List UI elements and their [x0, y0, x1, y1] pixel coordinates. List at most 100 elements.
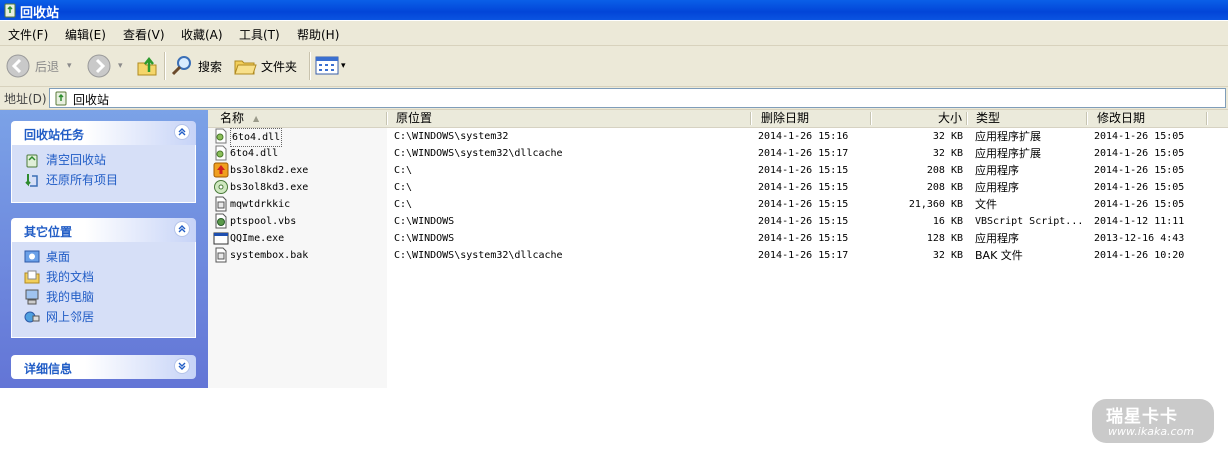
file-name[interactable]: bs3ol8kd2.exe: [230, 162, 308, 179]
column-name-header[interactable]: 名称: [220, 110, 244, 127]
chevron-down-icon: ▾: [341, 61, 346, 71]
file-row[interactable]: bs3ol8kd2.exe C:\ 2014-1-26 15:15 208 KB…: [208, 162, 1228, 179]
chevron-down-icon: ▾: [67, 61, 72, 71]
column-divider[interactable]: [1206, 112, 1208, 125]
file-deleted-date: 2014-1-26 15:15: [758, 216, 849, 227]
menu-favorites[interactable]: 收藏(A): [181, 26, 223, 43]
collapse-chevron-icon[interactable]: [174, 124, 190, 140]
toolbar-divider: [164, 52, 166, 80]
column-divider[interactable]: [966, 112, 968, 125]
file-size: 208 KB: [926, 165, 963, 176]
place-network-link[interactable]: 网上邻居: [24, 308, 94, 325]
details-title: 详细信息: [24, 362, 73, 376]
file-type: BAK 文件: [975, 249, 1023, 262]
file-type: 应用程序: [975, 164, 1019, 177]
file-size: 21,360 KB: [908, 199, 963, 210]
search-button[interactable]: 搜索: [170, 52, 226, 80]
file-row[interactable]: QQIme.exe C:\WINDOWS 2014-1-26 15:15 128…: [208, 230, 1228, 247]
up-folder-button[interactable]: [135, 52, 159, 80]
file-modified-date: 2014-1-26 15:05: [1094, 165, 1185, 176]
column-header-row: 名称 ▲ 原位置 删除日期 大小 类型 修改日期: [208, 110, 1228, 128]
file-type: 应用程序扩展: [975, 130, 1041, 143]
empty-recycle-bin-link[interactable]: 清空回收站: [24, 151, 106, 168]
recycle-tasks-header[interactable]: 回收站任务: [11, 121, 196, 145]
expand-chevron-icon[interactable]: [174, 358, 190, 374]
file-row[interactable]: 6to4.dll C:\WINDOWS\system32\dllcache 20…: [208, 145, 1228, 162]
file-deleted-date: 2014-1-26 15:17: [758, 148, 849, 159]
column-deleted-header[interactable]: 删除日期: [761, 110, 809, 127]
file-name[interactable]: systembox.bak: [230, 247, 308, 264]
file-modified-date: 2014-1-26 15:05: [1094, 131, 1185, 142]
column-type-header[interactable]: 类型: [976, 110, 1000, 127]
up-folder-icon: [137, 56, 157, 76]
menu-view[interactable]: 查看(V): [123, 26, 165, 43]
chevron-down-icon: ▾: [118, 61, 123, 71]
restore-all-link[interactable]: 还原所有项目: [24, 171, 118, 188]
installer-icon: [213, 162, 229, 178]
views-button[interactable]: ▾: [315, 52, 351, 80]
file-modified-date: 2014-1-26 10:20: [1094, 250, 1185, 261]
menu-file[interactable]: 文件(F): [8, 26, 48, 43]
dll-icon: [215, 145, 227, 161]
file-type: 应用程序扩展: [975, 147, 1041, 160]
place-desktop-link[interactable]: 桌面: [24, 248, 70, 265]
details-header[interactable]: 详细信息: [11, 355, 196, 379]
back-button[interactable]: 后退 ▾: [6, 52, 80, 80]
place-my-computer-label: 我的电脑: [46, 290, 95, 304]
task-pane: 回收站任务 清空回收站 还原所有项目 其它位置 桌面 我的文档 我的电脑 网上邻…: [0, 110, 208, 388]
file-deleted-date: 2014-1-26 15:17: [758, 250, 849, 261]
file-name[interactable]: 6to4.dll: [230, 145, 278, 162]
file-row[interactable]: mqwtdrkkic C:\ 2014-1-26 15:15 21,360 KB…: [208, 196, 1228, 213]
file-type: 文件: [975, 198, 997, 211]
folder-icon: [234, 60, 257, 75]
folders-label: 文件夹: [261, 59, 298, 74]
restore-all-label: 还原所有项目: [46, 173, 119, 187]
file-name[interactable]: QQIme.exe: [230, 230, 284, 247]
generic-file-icon: [215, 196, 227, 212]
other-places-body: 桌面 我的文档 我的电脑 网上邻居: [11, 242, 196, 338]
file-row[interactable]: 6to4.dll C:\WINDOWS\system32 2014-1-26 1…: [208, 128, 1228, 147]
file-location: C:\WINDOWS\system32\dllcache: [394, 250, 563, 261]
column-location-header[interactable]: 原位置: [396, 110, 432, 127]
menu-tools[interactable]: 工具(T): [239, 26, 280, 43]
file-row[interactable]: systembox.bak C:\WINDOWS\system32\dllcac…: [208, 247, 1228, 264]
place-my-computer-link[interactable]: 我的电脑: [24, 288, 94, 305]
menu-bar: 文件(F) 编辑(E) 查看(V) 收藏(A) 工具(T) 帮助(H): [0, 21, 1228, 46]
column-divider[interactable]: [386, 112, 388, 125]
file-modified-date: 2014-1-26 15:05: [1094, 148, 1185, 159]
column-divider[interactable]: [750, 112, 752, 125]
forward-arrow-icon: [87, 54, 111, 78]
file-row[interactable]: bs3ol8kd3.exe C:\ 2014-1-26 15:15 208 KB…: [208, 179, 1228, 196]
folders-button[interactable]: 文件夹: [233, 52, 303, 80]
recycle-bin-icon: [55, 91, 67, 106]
forward-button[interactable]: ▾: [87, 52, 127, 80]
column-size-header[interactable]: 大小: [872, 110, 962, 127]
file-location: C:\: [394, 182, 413, 193]
collapse-chevron-icon[interactable]: [174, 221, 190, 237]
file-size: 32 KB: [932, 131, 963, 142]
file-name[interactable]: ptspool.vbs: [230, 213, 296, 230]
toolbar: 后退 ▾ ▾ 搜索 文件夹 ▾: [0, 46, 1228, 87]
file-size: 208 KB: [926, 182, 963, 193]
column-divider[interactable]: [1086, 112, 1088, 125]
other-places-panel: 其它位置 桌面 我的文档 我的电脑 网上邻居: [11, 218, 196, 338]
search-icon: [171, 56, 191, 76]
file-name[interactable]: mqwtdrkkic: [230, 196, 290, 213]
file-name[interactable]: bs3ol8kd3.exe: [230, 179, 308, 196]
address-value: 回收站: [73, 93, 110, 107]
file-deleted-date: 2014-1-26 15:16: [758, 131, 849, 142]
file-modified-date: 2014-1-26 15:05: [1094, 182, 1185, 193]
back-arrow-icon: [6, 54, 30, 78]
address-input[interactable]: 回收站: [49, 88, 1226, 108]
place-my-documents-link[interactable]: 我的文档: [24, 268, 94, 285]
file-size: 32 KB: [932, 148, 963, 159]
file-size: 32 KB: [932, 250, 963, 261]
file-row[interactable]: ptspool.vbs C:\WINDOWS 2014-1-26 15:15 1…: [208, 213, 1228, 230]
other-places-header[interactable]: 其它位置: [11, 218, 196, 242]
address-label: 地址(D): [4, 92, 47, 106]
menu-edit[interactable]: 编辑(E): [65, 26, 106, 43]
menu-help[interactable]: 帮助(H): [297, 26, 339, 43]
file-deleted-date: 2014-1-26 15:15: [758, 182, 849, 193]
other-places-title: 其它位置: [24, 225, 73, 239]
column-modified-header[interactable]: 修改日期: [1097, 110, 1145, 127]
